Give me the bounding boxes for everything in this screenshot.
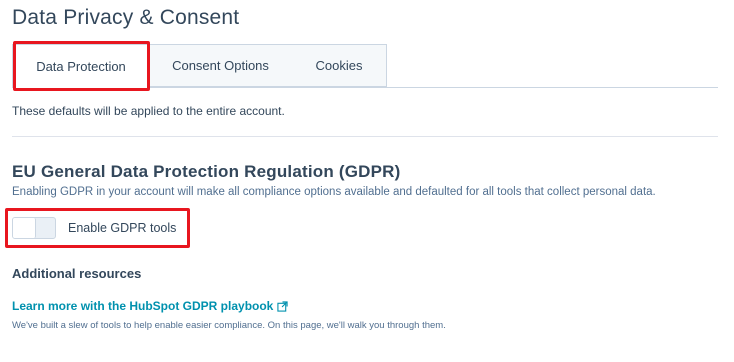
tab-consent-options[interactable]: Consent Options xyxy=(149,44,293,87)
defaults-notice: These defaults will be applied to the en… xyxy=(12,104,285,118)
gdpr-playbook-description: We've built a slew of tools to help enab… xyxy=(12,320,446,331)
gdpr-toggle[interactable] xyxy=(12,217,56,239)
gdpr-toggle-row: Enable GDPR tools xyxy=(12,216,176,240)
tab-data-protection[interactable]: Data Protection xyxy=(12,44,150,88)
page-title: Data Privacy & Consent xyxy=(12,6,240,29)
section-divider xyxy=(12,136,718,137)
gdpr-heading: EU General Data Protection Regulation (G… xyxy=(12,162,401,181)
tab-bar: Data Protection Consent Options Cookies xyxy=(12,44,718,88)
gdpr-playbook-link[interactable]: Learn more with the HubSpot GDPR playboo… xyxy=(12,299,288,313)
resources-heading: Additional resources xyxy=(12,266,142,281)
gdpr-playbook-link-label[interactable]: Learn more with the HubSpot GDPR playboo… xyxy=(12,299,273,313)
gdpr-toggle-label[interactable]: Enable GDPR tools xyxy=(68,221,176,235)
gdpr-description: Enabling GDPR in your account will make … xyxy=(12,186,656,198)
data-privacy-page: Data Privacy & Consent Data Protection C… xyxy=(0,0,734,362)
external-link-icon[interactable] xyxy=(277,300,288,312)
tab-cookies[interactable]: Cookies xyxy=(292,44,387,87)
toggle-knob xyxy=(13,218,36,238)
